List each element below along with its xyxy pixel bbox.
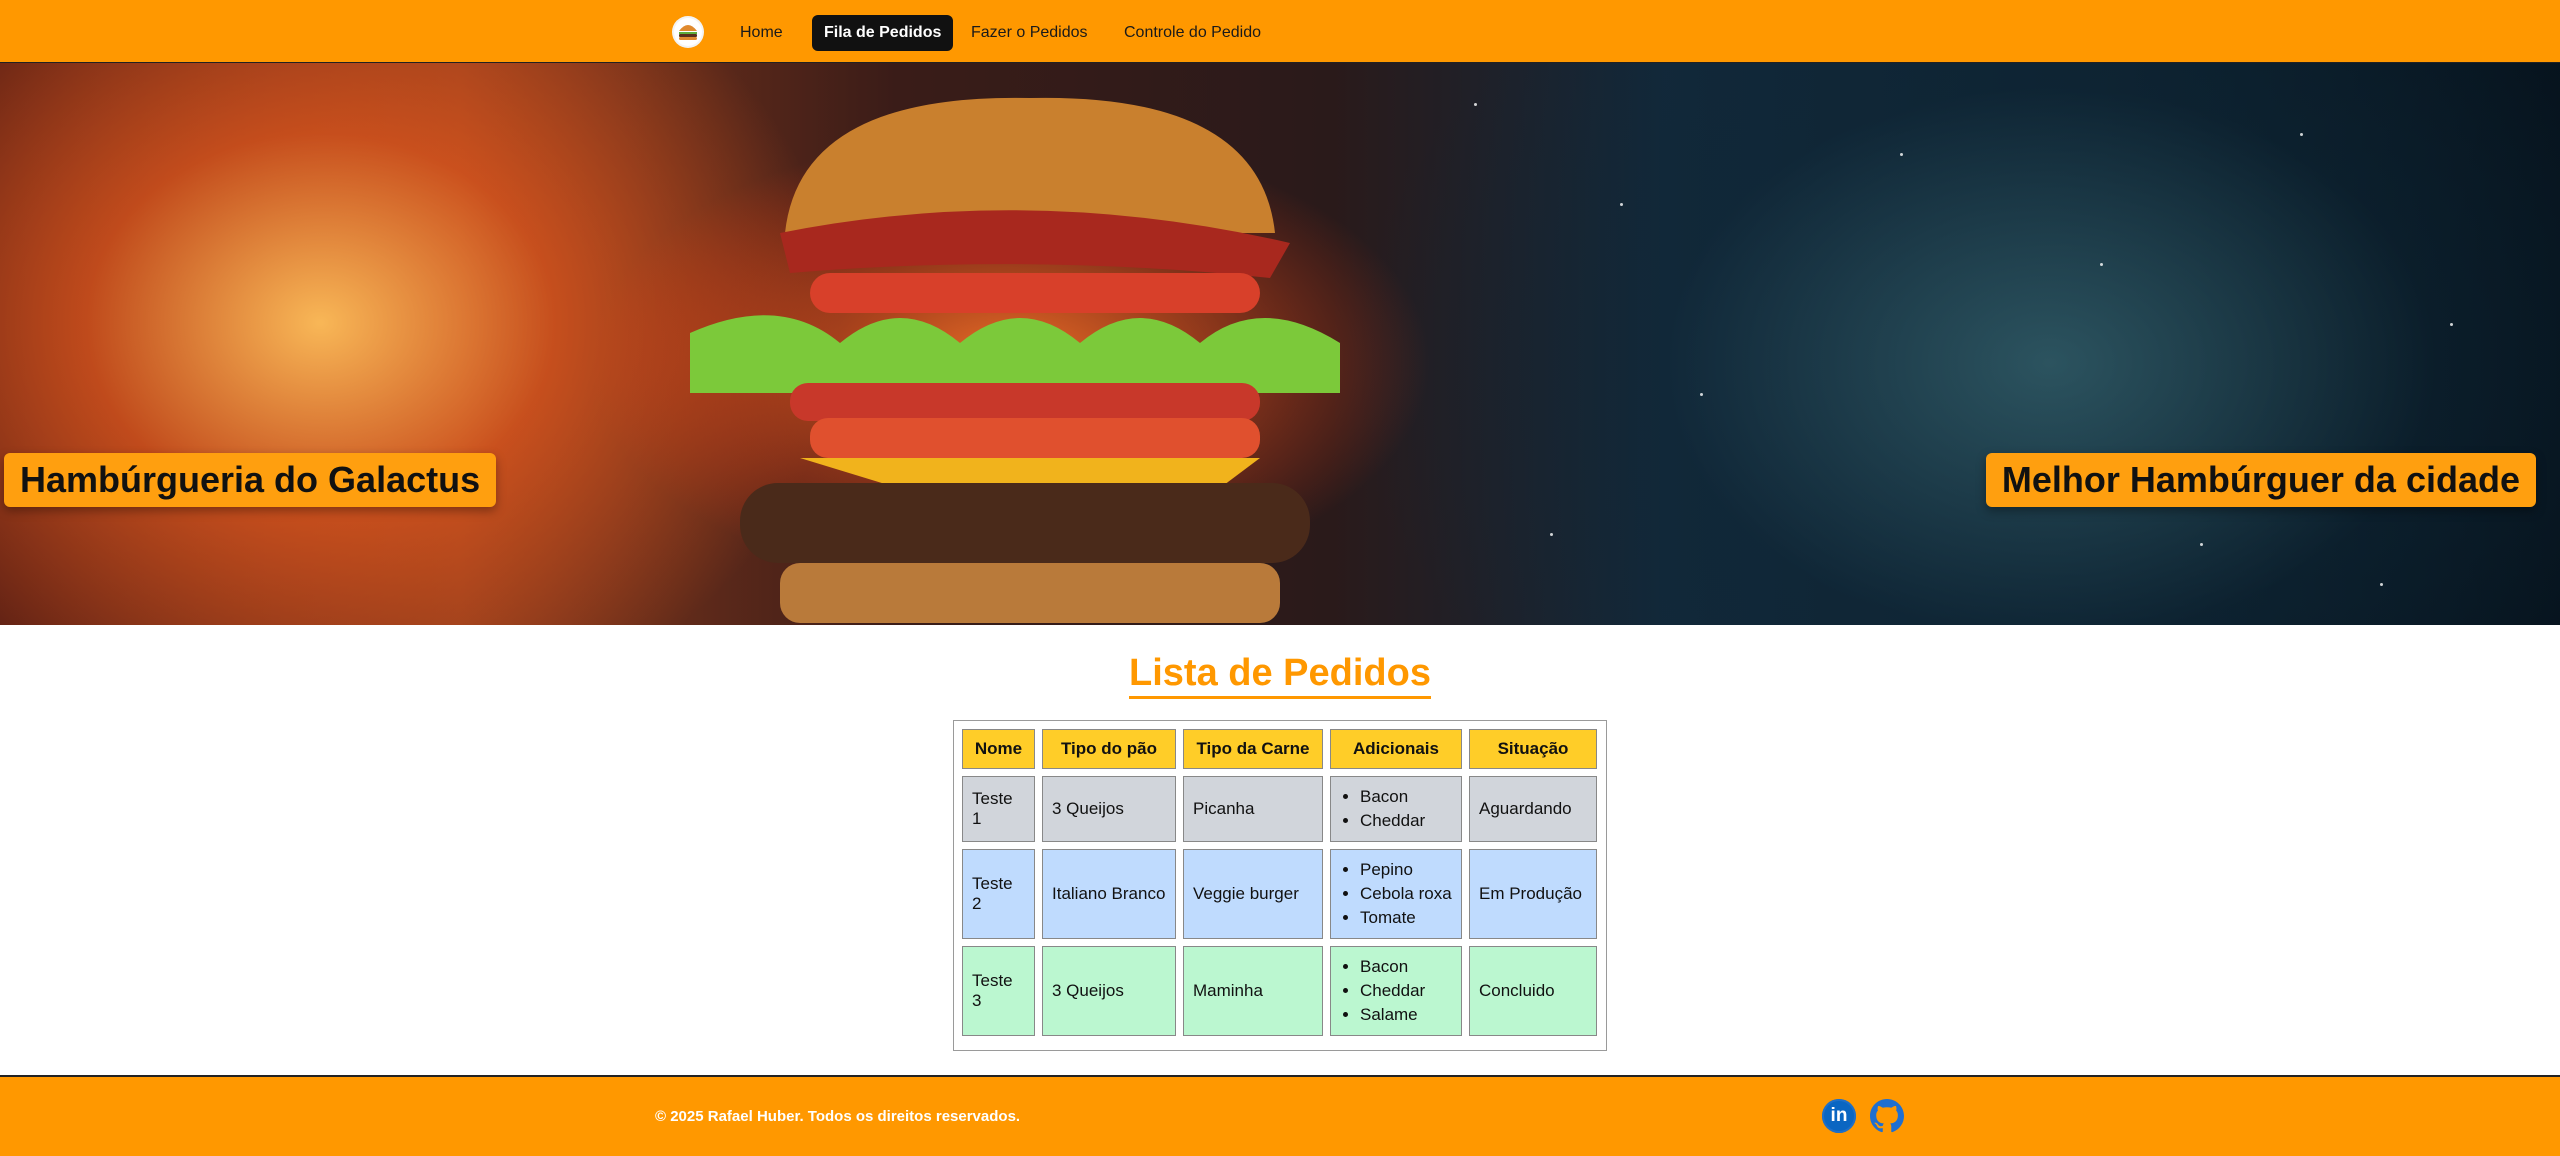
nav-controle-do-pedido[interactable]: Controle do Pedido: [1112, 15, 1273, 51]
table-row: Teste 2 Italiano Branco Veggie burger Pe…: [962, 849, 1597, 939]
header-tipo-carne: Tipo da Carne: [1183, 729, 1323, 769]
cell-adicionais: Pepino Cebola roxa Tomate: [1330, 849, 1462, 939]
hero-title-badge: Hambúrgueria do Galactus: [4, 453, 497, 507]
orders-table-container: Nome Tipo do pão Tipo da Carne Adicionai…: [953, 720, 1607, 1051]
adicional-item: Bacon: [1360, 785, 1452, 809]
table-row: Teste 1 3 Queijos Picanha Bacon Cheddar …: [962, 776, 1597, 842]
footer-copyright: © 2025 Rafael Huber. Todos os direitos r…: [655, 1108, 1021, 1125]
burger-icon[interactable]: [674, 18, 702, 46]
cell-adicionais: Bacon Cheddar Salame: [1330, 946, 1462, 1036]
cell-nome: Teste 2: [962, 849, 1035, 939]
adicional-item: Cheddar: [1360, 979, 1452, 1003]
cell-carne: Maminha: [1183, 946, 1323, 1036]
hero-slogan-badge: Melhor Hambúrguer da cidade: [1985, 453, 2536, 507]
cell-situacao: Em Produção: [1469, 849, 1597, 939]
header-situacao: Situação: [1469, 729, 1597, 769]
linkedin-icon[interactable]: in: [1822, 1099, 1856, 1133]
cell-carne: Picanha: [1183, 776, 1323, 842]
cell-adicionais: Bacon Cheddar: [1330, 776, 1462, 842]
cell-nome: Teste 1: [962, 776, 1035, 842]
cell-situacao: Concluido: [1469, 946, 1597, 1036]
page-title: Lista de Pedidos: [0, 652, 2560, 699]
header-tipo-pao: Tipo do pão: [1042, 729, 1176, 769]
cell-pao: 3 Queijos: [1042, 776, 1176, 842]
adicional-item: Cheddar: [1360, 809, 1452, 833]
nav-home[interactable]: Home: [728, 15, 795, 51]
table-header-row: Nome Tipo do pão Tipo da Carne Adicionai…: [962, 729, 1597, 769]
adicional-item: Salame: [1360, 1003, 1452, 1027]
table-row: Teste 3 3 Queijos Maminha Bacon Cheddar …: [962, 946, 1597, 1036]
top-navbar: Home Fila de Pedidos Fazer o Pedidos Con…: [0, 0, 2560, 63]
hero-banner: Hambúrgueria do Galactus Melhor Hambúrgu…: [0, 63, 2560, 625]
cell-pao: Italiano Branco: [1042, 849, 1176, 939]
adicional-item: Pepino: [1360, 858, 1452, 882]
cell-nome: Teste 3: [962, 946, 1035, 1036]
nav-fila-de-pedidos[interactable]: Fila de Pedidos: [812, 15, 954, 51]
cell-carne: Veggie burger: [1183, 849, 1323, 939]
orders-table: Nome Tipo do pão Tipo da Carne Adicionai…: [955, 722, 1604, 1043]
header-adicionais: Adicionais: [1330, 729, 1462, 769]
header-nome: Nome: [962, 729, 1035, 769]
adicional-item: Tomate: [1360, 906, 1452, 930]
adicional-item: Bacon: [1360, 955, 1452, 979]
hero-burger-illustration: [590, 97, 1430, 623]
github-icon[interactable]: [1870, 1099, 1904, 1133]
adicional-item: Cebola roxa: [1360, 882, 1452, 906]
footer: © 2025 Rafael Huber. Todos os direitos r…: [0, 1075, 2560, 1156]
nav-fazer-pedidos[interactable]: Fazer o Pedidos: [959, 15, 1100, 51]
cell-situacao: Aguardando: [1469, 776, 1597, 842]
cell-pao: 3 Queijos: [1042, 946, 1176, 1036]
